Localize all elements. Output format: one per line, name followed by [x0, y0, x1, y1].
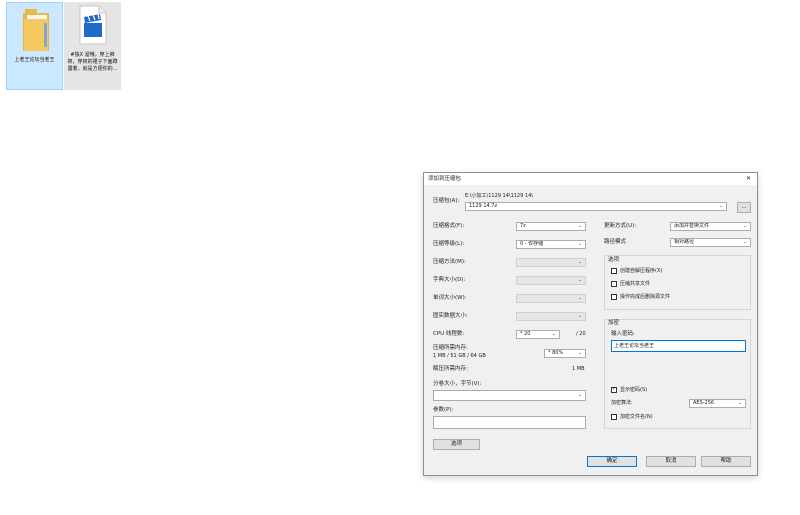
solid-label: 固实数据大小:	[433, 313, 468, 319]
add-to-archive-dialog: 添加到压缩包 ✕ 压缩包(A): E:\小加工\1129 14\1129 14\…	[423, 172, 758, 476]
show-password-checkbox[interactable]	[611, 386, 617, 393]
chevron-down-icon: ⌄	[577, 277, 582, 283]
level-value: 0 - 仅存储	[520, 241, 544, 247]
method-combo: ⌄	[516, 258, 586, 267]
word-label: 单词大小(W):	[433, 295, 467, 301]
opt-shared-label: 压缩共享文件	[620, 281, 651, 287]
archive-path: E:\小加工\1129 14\1129 14\	[465, 193, 533, 199]
chevron-down-icon: ⌄	[742, 223, 747, 229]
dict-combo: ⌄	[516, 276, 586, 285]
split-combo[interactable]: ⌄	[433, 390, 586, 401]
opt-shared-row[interactable]: 压缩共享文件	[611, 280, 741, 289]
cpu-combo[interactable]: * 20 ⌄	[516, 330, 560, 339]
format-value: 7z	[520, 223, 526, 229]
opt-shared-checkbox[interactable]	[611, 281, 617, 287]
path-mode-combo[interactable]: 相对路径 ⌄	[670, 238, 751, 247]
solid-combo: ⌄	[516, 312, 586, 321]
cancel-button[interactable]: 取消	[646, 456, 696, 467]
mem-decomp-label: 解压所需内存:	[433, 366, 468, 372]
password-value: 上老王论坛当老王	[614, 343, 655, 349]
level-combo[interactable]: 0 - 仅存储 ⌄	[516, 240, 586, 249]
folder-icon	[23, 9, 49, 51]
mem-decomp-value: 1 MB	[572, 366, 585, 372]
chevron-down-icon: ⌄	[577, 259, 582, 265]
desktop-icon-folder[interactable]: 上老王论坛当老王	[6, 2, 63, 90]
format-combo[interactable]: 7z ⌄	[516, 222, 586, 231]
opt-delete-label: 操作完成后删除源文件	[620, 294, 671, 300]
chevron-down-icon: ⌄	[577, 350, 582, 356]
format-label: 压缩格式(F):	[433, 223, 465, 229]
folder-label: 上老王论坛当老王	[14, 57, 55, 63]
chevron-down-icon: ⌄	[577, 241, 582, 247]
update-value: 添加并替换文件	[674, 223, 710, 229]
mem-comp-value: 1 MB / 51 GB / 64 GB	[433, 353, 486, 359]
chevron-down-icon: ⌄	[577, 313, 582, 319]
level-label: 压缩等级(L):	[433, 241, 465, 247]
split-label: 分卷大小，字节(V):	[433, 381, 482, 387]
cpu-value: * 20	[520, 331, 531, 337]
ok-button[interactable]: 确定	[587, 456, 637, 467]
mem-percent-combo[interactable]: * 80% ⌄	[544, 349, 586, 358]
chevron-down-icon: ⌄	[551, 331, 556, 337]
chevron-down-icon: ⌄	[577, 392, 582, 398]
enc-names-label: 加密文件名(N)	[620, 414, 653, 420]
path-mode-label: 路径模式	[604, 239, 627, 245]
archive-name-value: 1129 14.7z	[469, 203, 498, 209]
opt-delete-row[interactable]: 操作完成后删除源文件	[611, 293, 741, 302]
archive-name-combo[interactable]: 1129 14.7z ⌄	[465, 202, 727, 211]
encryption-group-title: 加密	[608, 320, 620, 326]
chevron-down-icon: ⌄	[577, 223, 582, 229]
opt-sfx-row[interactable]: 创建自解压程序(X)	[611, 267, 741, 276]
encryption-group: 加密 输入密码: 上老王论坛当老王 显示密码(S) 加密算法: AES-256 …	[604, 319, 751, 429]
archive-label: 压缩包(A):	[433, 198, 460, 204]
mem-percent-value: * 80%	[548, 350, 564, 356]
word-combo: ⌄	[516, 294, 586, 303]
update-combo[interactable]: 添加并替换文件 ⌄	[670, 222, 751, 231]
chevron-down-icon: ⌄	[577, 295, 582, 301]
video-file-label: #独X 溜哦，穿上裤衩，穿衩的裙子下面蹲露着，就是方便你的...	[67, 52, 118, 72]
browse-button[interactable]: ...	[737, 202, 751, 213]
method-label: 压缩方法(M):	[433, 259, 466, 265]
help-button[interactable]: 帮助	[701, 456, 751, 467]
cpu-label: CPU 线程数:	[433, 331, 465, 337]
show-password-row[interactable]: 显示密码(S)	[611, 386, 741, 395]
update-label: 更新方式(U):	[604, 223, 637, 229]
enc-method-value: AES-256	[693, 400, 715, 406]
chevron-down-icon: ⌄	[718, 203, 723, 209]
path-mode-value: 相对路径	[674, 239, 695, 245]
password-input[interactable]: 上老王论坛当老王	[611, 340, 746, 352]
dict-label: 字典大小(D):	[433, 277, 466, 283]
opt-sfx-checkbox[interactable]	[611, 268, 617, 274]
close-icon[interactable]: ✕	[746, 175, 751, 183]
params-input[interactable]	[433, 416, 586, 429]
title-bar: 添加到压缩包 ✕	[424, 173, 757, 185]
mem-comp-label: 压缩所需内存:	[433, 345, 468, 351]
show-password-label: 显示密码(S)	[620, 387, 648, 393]
password-label: 输入密码:	[611, 331, 635, 337]
enc-method-combo[interactable]: AES-256 ⌄	[689, 399, 746, 408]
options-group: 选项 创建自解压程序(X) 压缩共享文件 操作完成后删除源文件	[604, 255, 751, 310]
enc-method-label: 加密算法:	[611, 400, 633, 406]
enc-names-checkbox[interactable]	[611, 414, 617, 420]
chevron-down-icon: ⌄	[742, 239, 747, 245]
options-group-title: 选项	[608, 257, 620, 263]
opt-delete-checkbox[interactable]	[611, 294, 617, 300]
params-label: 参数(P):	[433, 407, 454, 413]
options-button[interactable]: 选项	[433, 439, 480, 450]
cpu-max: / 20	[576, 331, 586, 337]
chevron-down-icon: ⌄	[737, 400, 742, 406]
enc-names-row[interactable]: 加密文件名(N)	[611, 413, 741, 422]
desktop-icon-video[interactable]: #独X 溜哦，穿上裤衩，穿衩的裙子下面蹲露着，就是方便你的...	[64, 2, 121, 90]
video-file-icon	[79, 5, 107, 45]
opt-sfx-label: 创建自解压程序(X)	[620, 268, 663, 274]
dialog-title: 添加到压缩包	[428, 176, 462, 182]
